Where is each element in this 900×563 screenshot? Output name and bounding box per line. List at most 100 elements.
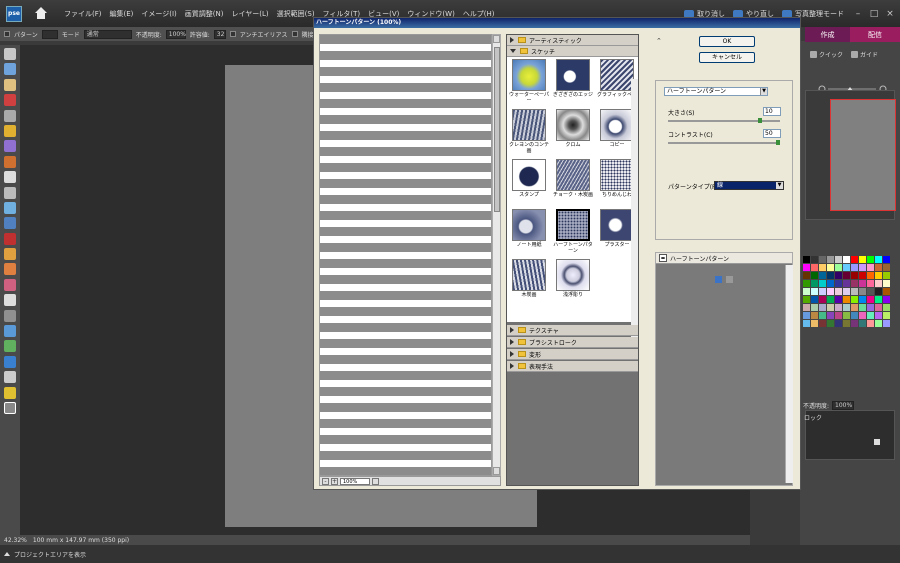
thumb-chalk-charcoal[interactable]: チョーク・木炭画 bbox=[551, 157, 595, 207]
zoom-out-button[interactable]: - bbox=[322, 477, 329, 485]
color-swatch[interactable] bbox=[859, 312, 866, 319]
color-swatch[interactable] bbox=[859, 280, 866, 287]
color-swatch[interactable] bbox=[819, 288, 826, 295]
cookie-cutter-tool-icon[interactable] bbox=[4, 201, 16, 214]
opacity-field[interactable]: 100% bbox=[165, 29, 186, 39]
color-swatch[interactable] bbox=[883, 312, 890, 319]
color-swatch[interactable] bbox=[819, 304, 826, 311]
color-swatch[interactable] bbox=[867, 312, 874, 319]
brush-tool-icon[interactable] bbox=[4, 294, 16, 307]
maximize-icon[interactable]: □ bbox=[868, 8, 880, 20]
color-swatch[interactable] bbox=[851, 304, 858, 311]
pattern-picker[interactable] bbox=[41, 29, 58, 39]
color-swatch[interactable] bbox=[859, 296, 866, 303]
color-swatch[interactable] bbox=[811, 280, 818, 287]
color-swatch[interactable] bbox=[843, 272, 850, 279]
color-swatch[interactable] bbox=[867, 272, 874, 279]
scroll-thumb[interactable] bbox=[494, 47, 500, 212]
new-effect-layer-icon[interactable] bbox=[715, 276, 722, 283]
pattern-checkbox[interactable] bbox=[4, 31, 10, 37]
sponge-tool-icon[interactable] bbox=[4, 386, 16, 399]
color-swatch[interactable] bbox=[867, 256, 874, 263]
minimize-icon[interactable]: – bbox=[852, 8, 864, 20]
color-swatch[interactable] bbox=[811, 288, 818, 295]
thumb-water-paper[interactable]: ウォーターペーパー bbox=[507, 57, 551, 107]
straighten-tool-icon[interactable] bbox=[4, 217, 16, 230]
tab-create[interactable]: 作成 bbox=[805, 27, 850, 42]
color-swatch[interactable] bbox=[875, 288, 882, 295]
color-swatch[interactable] bbox=[803, 280, 810, 287]
color-swatch[interactable] bbox=[843, 256, 850, 263]
color-swatch[interactable] bbox=[827, 288, 834, 295]
size-field[interactable]: 10 bbox=[763, 107, 781, 116]
eraser-tool-icon[interactable] bbox=[4, 278, 16, 291]
color-swatch[interactable] bbox=[827, 256, 834, 263]
color-swatch[interactable] bbox=[843, 312, 850, 319]
thumb-charcoal[interactable]: 木炭画 bbox=[507, 257, 551, 307]
red-eye-tool-icon[interactable] bbox=[4, 232, 16, 245]
color-swatch[interactable] bbox=[851, 312, 858, 319]
zoom-value[interactable]: 100% bbox=[340, 477, 370, 485]
color-swatch[interactable] bbox=[883, 296, 890, 303]
color-swatch[interactable] bbox=[859, 272, 866, 279]
color-swatch[interactable] bbox=[883, 264, 890, 271]
color-swatch[interactable] bbox=[859, 288, 866, 295]
zoom-dropdown-icon[interactable] bbox=[372, 477, 379, 485]
gradient-tool-icon[interactable] bbox=[4, 340, 16, 353]
magic-wand-tool-icon[interactable] bbox=[4, 140, 16, 153]
project-bin-bar[interactable]: プロジェクトエリアを表示 bbox=[0, 545, 900, 563]
color-swatch[interactable] bbox=[827, 312, 834, 319]
color-swatch[interactable] bbox=[803, 312, 810, 319]
color-swatch[interactable] bbox=[875, 304, 882, 311]
color-swatch[interactable] bbox=[883, 280, 890, 287]
color-swatch[interactable] bbox=[843, 288, 850, 295]
color-swatch[interactable] bbox=[867, 264, 874, 271]
delete-effect-layer-icon[interactable] bbox=[726, 276, 733, 283]
color-swatch[interactable] bbox=[819, 320, 826, 327]
color-swatch[interactable] bbox=[803, 256, 810, 263]
color-swatch[interactable] bbox=[883, 288, 890, 295]
thumb-torn-edges[interactable]: ぎざぎざのエッジ bbox=[551, 57, 595, 107]
effect-scrollbar[interactable] bbox=[785, 265, 793, 483]
thumb-chrome[interactable]: クロム bbox=[551, 107, 595, 157]
color-swatch[interactable] bbox=[827, 296, 834, 303]
tolerance-field[interactable]: 32 bbox=[213, 29, 226, 39]
color-swatch[interactable] bbox=[803, 264, 810, 271]
menu-file[interactable]: ファイル(F) bbox=[60, 9, 106, 19]
subtab-quick[interactable]: クイック bbox=[810, 50, 843, 59]
folder-distort[interactable]: 変形 bbox=[507, 349, 638, 360]
color-swatch[interactable] bbox=[827, 280, 834, 287]
color-swatch[interactable] bbox=[835, 304, 842, 311]
color-swatch-icon[interactable] bbox=[4, 401, 16, 414]
color-swatch[interactable] bbox=[811, 272, 818, 279]
folder-stylize[interactable]: 表現手法 bbox=[507, 361, 638, 372]
color-swatch[interactable] bbox=[875, 256, 882, 263]
color-swatch[interactable] bbox=[883, 320, 890, 327]
marquee-tool-icon[interactable] bbox=[4, 109, 16, 122]
thumb-halftone-pattern[interactable]: ハーフトーンパターン bbox=[551, 207, 595, 257]
color-swatch[interactable] bbox=[851, 264, 858, 271]
color-swatch[interactable] bbox=[819, 280, 826, 287]
lasso-tool-icon[interactable] bbox=[4, 124, 16, 137]
color-swatch[interactable] bbox=[843, 320, 850, 327]
color-swatch[interactable] bbox=[835, 256, 842, 263]
effect-layer-row[interactable]: ハーフトーンパターン bbox=[656, 253, 792, 264]
color-swatch[interactable] bbox=[827, 320, 834, 327]
color-swatch[interactable] bbox=[851, 280, 858, 287]
filter-preview[interactable] bbox=[319, 34, 492, 476]
color-swatch[interactable] bbox=[803, 320, 810, 327]
folder-brush-strokes[interactable]: ブラシストローク bbox=[507, 337, 638, 348]
zoom-readout[interactable]: 42.32% bbox=[4, 537, 27, 544]
menu-layer[interactable]: レイヤー(L) bbox=[227, 9, 272, 19]
contrast-slider-thumb[interactable] bbox=[776, 140, 780, 145]
adjacent-checkbox[interactable] bbox=[291, 31, 298, 37]
color-swatch[interactable] bbox=[835, 272, 842, 279]
color-swatch[interactable] bbox=[859, 264, 866, 271]
color-swatch[interactable] bbox=[811, 256, 818, 263]
color-swatch[interactable] bbox=[835, 288, 842, 295]
color-swatch[interactable] bbox=[843, 264, 850, 271]
size-slider-thumb[interactable] bbox=[758, 118, 762, 123]
antialias-checkbox[interactable] bbox=[229, 31, 236, 37]
color-swatch[interactable] bbox=[811, 296, 818, 303]
color-swatch[interactable] bbox=[875, 264, 882, 271]
